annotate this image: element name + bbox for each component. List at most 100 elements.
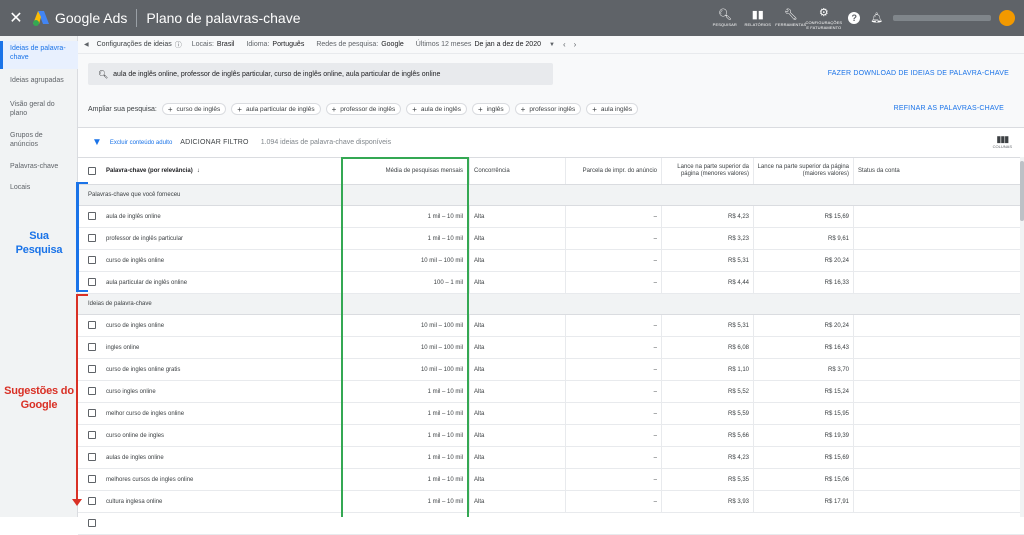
network-value[interactable]: Google: [381, 41, 404, 48]
table-row[interactable]: aulas de ingles online 1 mil – 10 mil Alta…: [78, 447, 1024, 469]
filter-icon[interactable]: ▼: [92, 137, 102, 148]
account-info[interactable]: [893, 15, 991, 21]
info-icon[interactable]: ⓘ: [175, 40, 182, 50]
row-checkbox[interactable]: [88, 321, 96, 329]
table-row[interactable]: curso ingles online 1 mil – 10 mil Alta – R$…: [78, 381, 1024, 403]
table-row[interactable]: curso de ingles online gratis 10 mil – 10…: [78, 359, 1024, 381]
cell-kw[interactable]: curso de ingles online gratis: [106, 359, 342, 380]
language-value[interactable]: Português: [272, 41, 304, 48]
table-row[interactable]: aula particular de inglês online 100 – 1 …: [78, 272, 1024, 294]
row-checkbox[interactable]: [88, 453, 96, 461]
row-checkbox[interactable]: [88, 343, 96, 351]
avatar[interactable]: [999, 10, 1015, 26]
filter-bar: ▼ Excluir conteúdo adulto ADICIONAR FILT…: [78, 127, 1024, 157]
group-header: Palavras-chave que você forneceu: [78, 185, 1024, 206]
prev-period-icon[interactable]: ‹: [563, 40, 566, 49]
cell-status: [854, 359, 1020, 380]
table-row[interactable]: melhor curso de ingles online 1 mil – 10 …: [78, 403, 1024, 425]
settings-tool-button[interactable]: ⚙ CONFIGURAÇÕES E FATURAMENTO: [805, 7, 842, 30]
table-row[interactable]: curso de ingles online 10 mil – 100 mil Al…: [78, 315, 1024, 337]
cell-low: R$ 4,23: [662, 206, 754, 227]
table-row[interactable]: [78, 513, 1024, 535]
header-keyword[interactable]: Palavra-chave (por relevância) ↓: [106, 158, 342, 184]
row-checkbox[interactable]: [88, 387, 96, 395]
searches-highlight-box: [341, 157, 469, 517]
your-search-bracket-top: [76, 182, 88, 184]
broaden-chip[interactable]: + aula inglês: [586, 103, 638, 115]
row-checkbox[interactable]: [88, 365, 96, 373]
row-checkbox[interactable]: [88, 519, 96, 527]
cell-kw[interactable]: ingles online: [106, 337, 342, 358]
cell-kw[interactable]: melhores cursos de ingles online: [106, 469, 342, 490]
cell-kw[interactable]: curso ingles online: [106, 381, 342, 402]
cell-high: R$ 15,95: [754, 403, 854, 424]
table-row[interactable]: curso online de ingles 1 mil – 10 mil Alta…: [78, 425, 1024, 447]
scrollbar-thumb[interactable]: [1020, 161, 1024, 221]
tools-tool-button[interactable]: 🔧︎ FERRAMENTAS: [774, 9, 807, 27]
columns-button[interactable]: ▮▮▮ COLUNAS: [993, 134, 1012, 149]
cell-kw[interactable]: professor de inglês particular: [106, 228, 342, 249]
select-all-checkbox[interactable]: [88, 167, 96, 175]
table-row[interactable]: professor de inglês particular 1 mil – 10…: [78, 228, 1024, 250]
row-checkbox[interactable]: [88, 431, 96, 439]
cell-kw[interactable]: aulas de ingles online: [106, 447, 342, 468]
sidebar-item-plan-overview[interactable]: Visão geral do plano: [0, 100, 70, 118]
cell-kw[interactable]: cultura inglesa online: [106, 491, 342, 512]
row-checkbox[interactable]: [88, 256, 96, 264]
download-ideas-link[interactable]: FAZER DOWNLOAD DE IDEIAS DE PALAVRA-CHAV…: [828, 70, 1009, 77]
sidebar-item-ad-groups[interactable]: Grupos de anúncios: [0, 131, 60, 149]
header-low-bid[interactable]: Lance na parte superior da página (menor…: [662, 158, 754, 184]
table-row[interactable]: curso de inglês online 10 mil – 100 mil Al…: [78, 250, 1024, 272]
search-tool-button[interactable]: 🔍︎ PESQUISAR: [708, 9, 741, 27]
row-checkbox[interactable]: [88, 475, 96, 483]
table-row[interactable]: melhores cursos de ingles online 1 mil – …: [78, 469, 1024, 491]
header-keyword-label: Palavra-chave (por relevância): [106, 167, 193, 174]
row-checkbox[interactable]: [88, 497, 96, 505]
reports-tool-button[interactable]: ▮▮ RELATÓRIOS: [741, 9, 774, 27]
header-account-status[interactable]: Status da conta: [854, 158, 1020, 184]
cell-kw[interactable]: aula particular de inglês online: [106, 272, 342, 293]
bell-icon[interactable]: 🔔︎: [870, 13, 883, 24]
ideas-settings[interactable]: Configurações de ideias: [97, 41, 172, 48]
period-value[interactable]: De jan a dez de 2020: [474, 41, 541, 48]
close-icon[interactable]: ✕: [2, 8, 30, 28]
row-checkbox[interactable]: [88, 234, 96, 242]
cell-kw[interactable]: curso de inglês online: [106, 250, 342, 271]
header-competition[interactable]: Concorrência: [470, 158, 566, 184]
cell-kw[interactable]: curso online de ingles: [106, 425, 342, 446]
table-row[interactable]: cultura inglesa online 1 mil – 10 mil Alta…: [78, 491, 1024, 513]
google-ads-logo[interactable]: Google Ads: [32, 10, 127, 26]
broaden-chip[interactable]: + aula particular de inglês: [231, 103, 321, 115]
sidebar-item-keyword-ideas[interactable]: Ideias de palavra-chave: [0, 41, 78, 69]
sidebar-item-locations[interactable]: Locais: [0, 183, 30, 192]
broaden-chip[interactable]: + professor inglês: [514, 103, 582, 115]
sidebar-item-keywords[interactable]: Palavras-chave: [0, 162, 58, 171]
broaden-chip[interactable]: + curso de inglês: [161, 103, 227, 115]
broaden-label: Ampliar sua pesquisa:: [88, 105, 157, 113]
help-icon[interactable]: ?: [848, 12, 861, 24]
sidebar-item-grouped-ideas[interactable]: Ideias agrupadas: [0, 76, 64, 85]
row-checkbox[interactable]: [88, 212, 96, 220]
scrollbar[interactable]: [1020, 157, 1024, 517]
cell-kw[interactable]: melhor curso de ingles online: [106, 403, 342, 424]
add-filter-button[interactable]: ADICIONAR FILTRO: [180, 139, 248, 146]
broaden-chip[interactable]: + inglês: [472, 103, 510, 115]
cell-kw[interactable]: aula de inglês online: [106, 206, 342, 227]
cell-kw[interactable]: curso de ingles online: [106, 315, 342, 336]
table-row[interactable]: ingles online 10 mil – 100 mil Alta – R$ 6,0…: [78, 337, 1024, 359]
search-input[interactable]: 🔍︎ aula de inglês online, professor de i…: [88, 63, 553, 85]
exclude-adult-filter[interactable]: Excluir conteúdo adulto: [110, 140, 172, 146]
table-row[interactable]: aula de inglês online 1 mil – 10 mil Alta –…: [78, 206, 1024, 228]
collapse-icon[interactable]: ◀: [84, 41, 89, 48]
locations-value[interactable]: Brasil: [217, 41, 235, 48]
refine-keywords-link[interactable]: REFINAR AS PALAVRAS-CHAVE: [894, 105, 1004, 112]
row-checkbox[interactable]: [88, 278, 96, 286]
broaden-chip[interactable]: + professor de inglês: [325, 103, 402, 115]
cell-low: R$ 5,31: [662, 315, 754, 336]
next-period-icon[interactable]: ›: [574, 40, 577, 49]
row-checkbox[interactable]: [88, 409, 96, 417]
dropdown-icon[interactable]: ▼: [549, 42, 555, 48]
header-high-bid[interactable]: Lance na parte superior da página (maior…: [754, 158, 854, 184]
header-impr-share[interactable]: Parcela de impr. do anúncio: [566, 158, 662, 184]
broaden-chip[interactable]: + aula de inglês: [406, 103, 467, 115]
